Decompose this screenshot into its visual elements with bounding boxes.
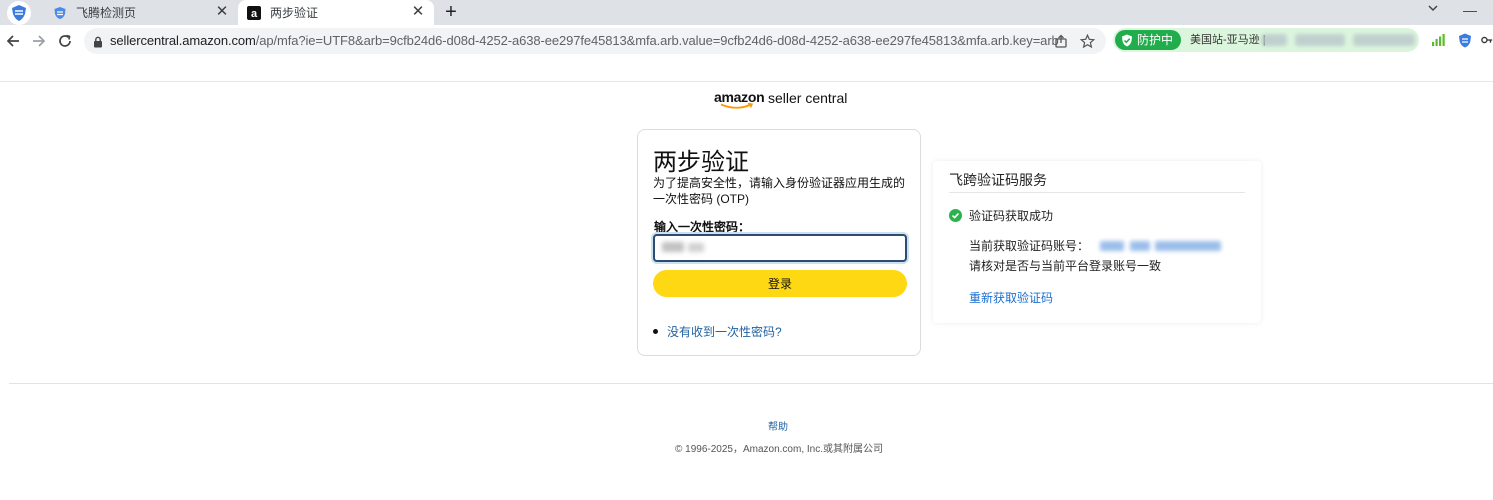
svg-text:a: a — [251, 8, 258, 20]
back-arrow-icon — [6, 35, 19, 47]
footer-divider — [9, 383, 1493, 384]
bullet-dot — [653, 329, 658, 334]
tab-title: 两步验证 — [270, 6, 319, 20]
success-check-icon — [949, 209, 962, 222]
signal-bars-icon[interactable] — [1430, 32, 1446, 48]
masked-text — [1295, 34, 1345, 46]
account-check-note: 请核对是否与当前平台登录账号一致 — [969, 259, 1162, 273]
resend-otp-link[interactable]: 没有收到一次性密码? — [667, 323, 782, 340]
sign-in-button[interactable]: 登录 — [653, 270, 907, 297]
status-text: 验证码获取成功 — [969, 209, 1054, 223]
url-path: /ap/mfa?ie=UTF8&arb=9cfb24d6-d08d-4252-a… — [255, 33, 1059, 48]
help-link[interactable]: 帮助 — [0, 418, 1493, 433]
two-step-verification-card: 两步验证 为了提高安全性，请输入身份验证器应用生成的一次性密码 (OTP) 输入… — [637, 129, 921, 356]
back-button[interactable] — [2, 30, 24, 52]
verification-service-panel: 飞跨验证码服务 验证码获取成功 当前获取验证码账号： 请核对是否与当前平台登录账… — [933, 161, 1261, 323]
masked-account — [1100, 241, 1124, 251]
toolbar-divider — [0, 81, 1493, 82]
service-panel-title: 飞跨验证码服务 — [949, 172, 1047, 188]
protection-status-badge[interactable]: 防护中 — [1115, 30, 1182, 50]
extension-status-bar[interactable]: 防护中 美国站-亚马逊 | — [1113, 28, 1419, 52]
extension-shield-icon[interactable] — [1457, 32, 1473, 48]
shield-logo-icon — [7, 0, 31, 25]
tab-title: 飞腾检测页 — [76, 6, 137, 20]
forward-arrow-icon — [33, 35, 46, 47]
masked-account — [1155, 241, 1221, 251]
close-tab-icon[interactable]: ✕ — [410, 4, 426, 20]
amazon-favicon-icon: a — [246, 5, 262, 21]
site-label: 美国站-亚马逊 | — [1190, 34, 1266, 46]
masked-otp-value — [688, 243, 704, 252]
copyright-text: © 1996-2025，Amazon.com, Inc.或其附属公司 — [675, 444, 883, 455]
bookmark-star-icon[interactable] — [1078, 32, 1096, 50]
url-host: sellercentral.amazon.com — [110, 33, 256, 48]
forward-button[interactable] — [28, 30, 50, 52]
card-subtitle: 为了提高安全性，请输入身份验证器应用生成的一次性密码 (OTP) — [653, 176, 906, 206]
resend-otp-item[interactable]: 没有收到一次性密码? — [653, 323, 782, 340]
logo-product-text: seller central — [768, 90, 848, 106]
reload-icon — [59, 34, 71, 47]
masked-account — [1130, 241, 1150, 251]
amazon-smile-icon — [720, 103, 754, 109]
page-title: 两步验证 — [653, 149, 749, 176]
account-label: 当前获取验证码账号： — [969, 239, 1090, 253]
masked-text — [1261, 34, 1287, 46]
masked-text — [1353, 34, 1415, 46]
service-status: 验证码获取成功 — [949, 207, 1053, 224]
panel-divider — [949, 192, 1245, 193]
refetch-code-link[interactable]: 重新获取验证码 — [969, 289, 1053, 306]
reload-button[interactable] — [54, 30, 76, 52]
tab-two-step-verification[interactable]: a 两步验证 ✕ — [238, 0, 434, 25]
url-text[interactable]: sellercentral.amazon.com/ap/mfa?ie=UTF8&… — [110, 28, 1059, 54]
new-tab-button[interactable]: + — [440, 0, 462, 25]
key-icon[interactable] — [1481, 32, 1493, 48]
tab-detection-page[interactable]: 飞腾检测页 ✕ — [44, 0, 238, 25]
shield-check-icon — [1122, 34, 1132, 46]
address-bar[interactable]: sellercentral.amazon.com/ap/mfa?ie=UTF8&… — [84, 28, 1106, 54]
otp-field-label: 输入一次性密码： — [654, 220, 751, 234]
tab-search-chevron-icon[interactable] — [1423, 2, 1443, 22]
browser-app-logo[interactable] — [5, 0, 33, 25]
tab-strip: 飞腾检测页 ✕ a 两步验证 ✕ + — — [0, 0, 1493, 25]
browser-toolbar: sellercentral.amazon.com/ap/mfa?ie=UTF8&… — [0, 25, 1493, 56]
protection-status-label: 防护中 — [1137, 33, 1174, 47]
close-tab-icon[interactable]: ✕ — [214, 4, 230, 20]
shield-favicon-icon — [52, 5, 68, 21]
share-icon[interactable] — [1052, 32, 1070, 50]
lock-icon[interactable] — [93, 35, 103, 53]
masked-otp-value — [662, 242, 684, 252]
minimize-window-icon[interactable]: — — [1462, 2, 1478, 22]
